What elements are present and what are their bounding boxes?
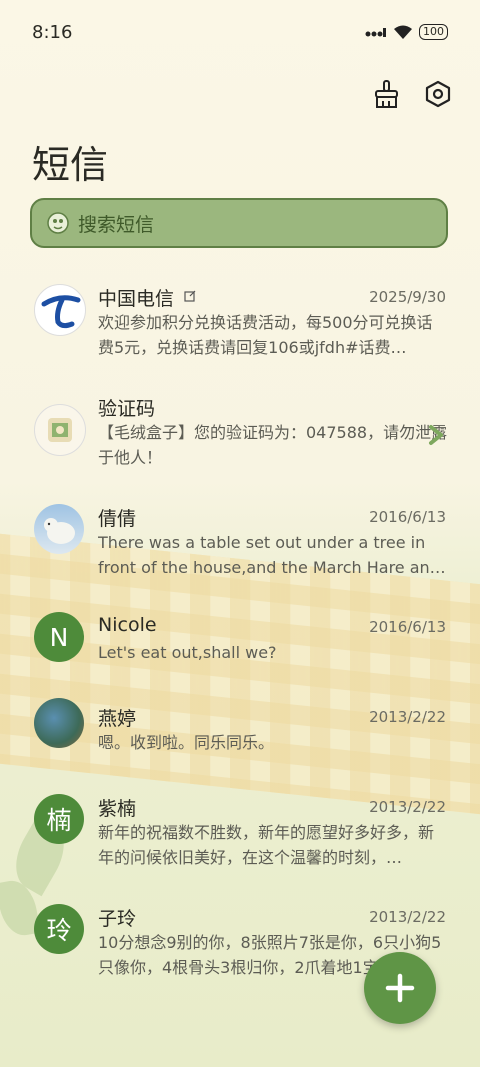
message-date: 2013/2/22	[369, 708, 446, 726]
conversation-item[interactable]: 楠 紫楠 2013/2/22 新年的祝福数不胜数，新年的愿望好多好多，新年的问候…	[0, 780, 480, 890]
external-link-icon	[184, 290, 196, 302]
message-date: 2013/2/22	[369, 798, 446, 816]
status-bar: 8:16 100	[0, 0, 480, 68]
verification-app-icon	[34, 404, 86, 456]
landscape-avatar	[34, 698, 84, 748]
message-date: 2016/6/13	[369, 508, 446, 526]
settings-button[interactable]	[422, 78, 454, 110]
contact-name: 验证码	[98, 398, 156, 420]
contact-avatar: N	[34, 612, 84, 662]
conversation-item[interactable]: 倩倩 2016/6/13 There was a table set out u…	[0, 490, 480, 600]
settings-hexagon-icon	[425, 80, 451, 108]
contact-avatar: 玲	[34, 904, 84, 954]
contact-name: 紫楠	[98, 798, 137, 820]
search-character-icon	[47, 212, 69, 234]
clean-brush-button[interactable]	[370, 78, 402, 110]
message-preview: Let's eat out,shall we?	[98, 643, 277, 662]
contact-name: 燕婷	[98, 708, 137, 730]
new-message-button[interactable]	[364, 952, 436, 1024]
contact-name: 中国电信	[98, 288, 175, 310]
message-preview: 【毛绒盒子】您的验证码为：047588，请勿泄露于他人！	[98, 423, 448, 467]
chevron-right-icon	[429, 425, 443, 445]
wifi-icon	[394, 25, 412, 39]
china-telecom-logo-icon	[34, 284, 86, 336]
top-actions	[370, 78, 454, 110]
message-date: 2013/2/22	[369, 908, 446, 926]
contact-name: 子玲	[98, 908, 137, 930]
search-placeholder: 搜索短信	[78, 213, 155, 236]
message-preview: There was a table set out under a tree i…	[98, 533, 446, 577]
message-preview: 新年的祝福数不胜数，新年的愿望好多好多，新年的问候依旧美好，在这个温馨的时刻，…	[98, 823, 435, 867]
battery-icon: 100	[419, 24, 448, 40]
contact-avatar: 楠	[34, 794, 84, 844]
search-bar[interactable]: 搜索短信	[30, 198, 448, 248]
conversation-item[interactable]: 验证码 【毛绒盒子】您的验证码为：047588，请勿泄露于他人！	[0, 380, 480, 490]
contact-name: 倩倩	[98, 508, 137, 530]
page-title: 短信	[32, 143, 109, 187]
message-date: 2025/9/30	[369, 288, 446, 306]
message-preview: 欢迎参加积分兑换话费活动，每500分可兑换话费5元，兑换话费请回复106或jfd…	[98, 313, 433, 357]
conversation-item[interactable]: 中国电信 2025/9/30 欢迎参加积分兑换话费活动，每500分可兑换话费5元…	[0, 270, 480, 380]
signal-icon	[365, 28, 386, 37]
status-icons: 100	[365, 24, 448, 40]
status-time: 8:16	[32, 22, 73, 43]
plus-icon	[385, 973, 415, 1003]
message-date: 2016/6/13	[369, 618, 446, 636]
polar-bear-avatar	[34, 504, 84, 554]
brush-icon	[375, 80, 398, 108]
message-preview: 嗯。收到啦。同乐同乐。	[98, 733, 275, 752]
contact-name: Nicole	[98, 614, 157, 636]
